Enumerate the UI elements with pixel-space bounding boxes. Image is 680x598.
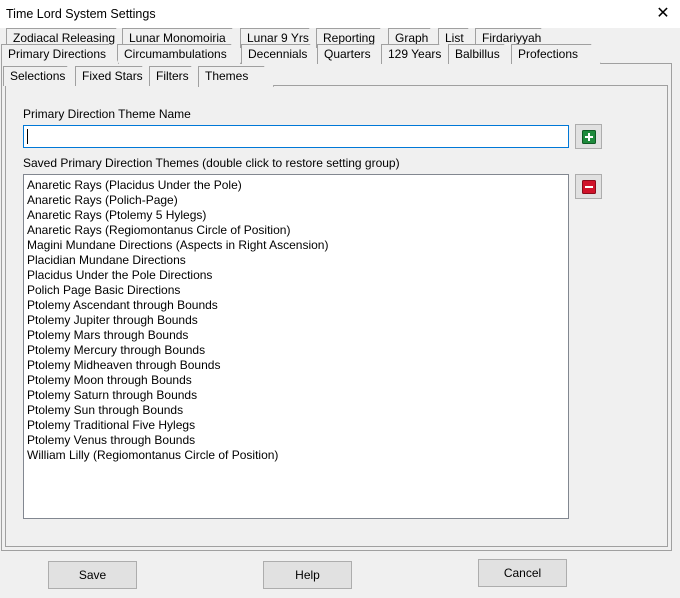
tab-quarters[interactable]: Quarters bbox=[317, 44, 384, 64]
tab-themes[interactable]: Themes bbox=[198, 66, 274, 87]
close-button[interactable]: ✕ bbox=[646, 0, 680, 26]
list-item[interactable]: Ptolemy Sun through Bounds bbox=[27, 403, 568, 418]
theme-name-label: Primary Direction Theme Name bbox=[23, 107, 191, 121]
plus-icon bbox=[581, 129, 596, 144]
list-item[interactable]: Ptolemy Saturn through Bounds bbox=[27, 388, 568, 403]
add-theme-button[interactable] bbox=[575, 124, 602, 149]
tab-primary-directions[interactable]: Primary Directions bbox=[1, 44, 119, 64]
list-item[interactable]: Ptolemy Ascendant through Bounds bbox=[27, 298, 568, 313]
tab-profections[interactable]: Profections bbox=[511, 44, 601, 64]
title-bar: Time Lord System Settings ✕ bbox=[0, 0, 680, 28]
list-item[interactable]: Anaretic Rays (Regiomontanus Circle of P… bbox=[27, 223, 568, 238]
list-item[interactable]: Ptolemy Moon through Bounds bbox=[27, 373, 568, 388]
save-button[interactable]: Save bbox=[48, 561, 137, 589]
minus-icon bbox=[581, 179, 596, 194]
tab-circumambulations[interactable]: Circumambulations bbox=[117, 44, 241, 64]
saved-themes-list[interactable]: Anaretic Rays (Placidus Under the Pole) … bbox=[23, 174, 569, 519]
tab-decennials[interactable]: Decennials bbox=[241, 44, 320, 64]
text-caret bbox=[27, 129, 28, 144]
window-edge bbox=[672, 28, 680, 598]
list-item[interactable]: Ptolemy Traditional Five Hylegs bbox=[27, 418, 568, 433]
list-item[interactable]: Ptolemy Jupiter through Bounds bbox=[27, 313, 568, 328]
tab-selections[interactable]: Selections bbox=[3, 66, 77, 86]
list-item[interactable]: Ptolemy Venus through Bounds bbox=[27, 433, 568, 448]
list-item[interactable]: Ptolemy Midheaven through Bounds bbox=[27, 358, 568, 373]
list-item[interactable]: Placidian Mundane Directions bbox=[27, 253, 568, 268]
list-item[interactable]: Anaretic Rays (Ptolemy 5 Hylegs) bbox=[27, 208, 568, 223]
list-item[interactable]: Placidus Under the Pole Directions bbox=[27, 268, 568, 283]
help-button[interactable]: Help bbox=[263, 561, 352, 589]
saved-themes-label: Saved Primary Direction Themes (double c… bbox=[23, 156, 400, 170]
list-item[interactable]: William Lilly (Regiomontanus Circle of P… bbox=[27, 448, 568, 463]
list-item[interactable]: Ptolemy Mars through Bounds bbox=[27, 328, 568, 343]
list-item[interactable]: Magini Mundane Directions (Aspects in Ri… bbox=[27, 238, 568, 253]
cancel-button[interactable]: Cancel bbox=[478, 559, 567, 587]
remove-theme-button[interactable] bbox=[575, 174, 602, 199]
list-item[interactable]: Anaretic Rays (Placidus Under the Pole) bbox=[27, 178, 568, 193]
tab-129-years[interactable]: 129 Years bbox=[381, 44, 449, 64]
tab-fixed-stars[interactable]: Fixed Stars bbox=[75, 66, 152, 86]
theme-name-input[interactable] bbox=[23, 125, 569, 148]
list-item[interactable]: Polich Page Basic Directions bbox=[27, 283, 568, 298]
list-item[interactable]: Anaretic Rays (Polich-Page) bbox=[27, 193, 568, 208]
close-icon: ✕ bbox=[656, 5, 670, 22]
tab-balbillus[interactable]: Balbillus bbox=[448, 44, 514, 64]
window-title: Time Lord System Settings bbox=[6, 7, 156, 21]
list-item[interactable]: Ptolemy Mercury through Bounds bbox=[27, 343, 568, 358]
